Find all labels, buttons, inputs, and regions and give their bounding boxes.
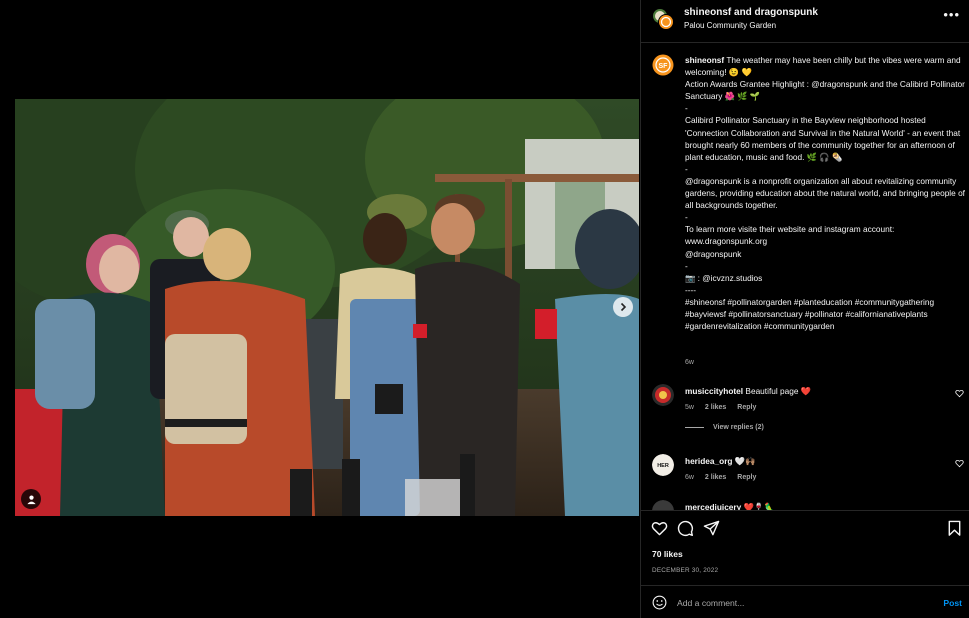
svg-text:HER: HER	[657, 463, 669, 469]
next-photo-button[interactable]	[613, 297, 633, 317]
view-replies-label: View replies (2)	[713, 424, 764, 431]
add-comment-bar: Post	[641, 585, 969, 618]
comment-body: mercedjuicery ❤️🍷🦜	[685, 501, 775, 510]
comment-meta: 6w 2 likes Reply	[685, 474, 765, 481]
header-avatar[interactable]	[652, 8, 674, 30]
comment-meta: 5w 2 likes Reply	[685, 404, 765, 411]
bookmark-icon[interactable]	[946, 520, 963, 537]
media-area	[0, 0, 640, 618]
comment-text: Beautiful page ❤️	[745, 386, 812, 396]
caption-username[interactable]: shineonsf	[685, 55, 724, 65]
caption-line: ----	[685, 284, 697, 295]
photo-illustration	[15, 99, 639, 516]
more-horizontal-icon: •••	[943, 7, 960, 22]
comment-likes[interactable]: 2 likes	[705, 474, 726, 481]
heart-icon[interactable]	[955, 459, 964, 468]
svg-text:SF: SF	[659, 63, 669, 70]
post-header: shineonsf and dragonspunk Palou Communit…	[641, 0, 969, 43]
caption-line: 📷 : @icvznz.studios	[685, 272, 763, 283]
caption-text: shineonsf The weather may have been chil…	[685, 54, 967, 332]
comment-avatar[interactable]	[652, 500, 674, 510]
comment-body: musiccityhotel Beautiful page ❤️	[685, 385, 811, 397]
post-side-panel: shineonsf and dragonspunk Palou Communit…	[640, 0, 969, 618]
post-comment-button[interactable]: Post	[943, 598, 962, 608]
post-date: DECEMBER 30, 2022	[652, 567, 719, 574]
likes-count[interactable]: 70 likes	[652, 549, 683, 559]
comment-username[interactable]: mercedjuicery	[685, 502, 741, 510]
caption-hashtags[interactable]: #shineonsf #pollinatorgarden #planteduca…	[685, 296, 967, 332]
comment-time[interactable]: 6w	[685, 474, 694, 481]
comments-scroll-area[interactable]: SF shineonsf The weather may have been c…	[641, 44, 969, 510]
comment-likes[interactable]: 2 likes	[705, 404, 726, 411]
caption-line: -	[685, 260, 688, 271]
caption-link[interactable]: www.dragonspunk.org	[685, 235, 967, 247]
comment-reply-button[interactable]: Reply	[737, 404, 756, 411]
comment-input[interactable]	[677, 594, 927, 611]
send-icon[interactable]	[703, 520, 720, 537]
tagged-users-button[interactable]	[21, 489, 41, 509]
comment-text: 🤍🙌🏽	[734, 456, 756, 466]
caption-line: The weather may have been chilly but the…	[685, 55, 963, 78]
more-options-button[interactable]: •••	[943, 7, 960, 22]
chevron-right-icon	[620, 302, 627, 312]
user-tag-icon	[26, 495, 36, 504]
caption-line: Calibird Pollinator Sanctuary in the Bay…	[685, 115, 963, 162]
comment-time[interactable]: 5w	[685, 404, 694, 411]
post-author-title[interactable]: shineonsf and dragonspunk	[684, 7, 818, 18]
comment-body: heridea_org 🤍🙌🏽	[685, 455, 755, 467]
comment-reply-button[interactable]: Reply	[737, 474, 756, 481]
comment-avatar[interactable]	[652, 384, 674, 406]
emoji-icon[interactable]	[652, 595, 667, 610]
comment-avatar[interactable]: HER	[652, 454, 674, 476]
view-replies-button[interactable]: View replies (2)	[685, 424, 764, 431]
post-photo[interactable]	[15, 99, 639, 516]
caption-avatar[interactable]: SF	[652, 54, 674, 76]
replies-divider	[685, 426, 704, 428]
caption-line: -	[685, 163, 688, 174]
caption-mention[interactable]: @dragonspunk	[685, 248, 967, 260]
comment-icon[interactable]	[677, 520, 694, 537]
heart-icon[interactable]	[651, 520, 668, 537]
comment-username[interactable]: heridea_org	[685, 456, 733, 466]
caption-line: -	[685, 212, 688, 223]
comment-text: ❤️🍷🦜	[743, 502, 775, 510]
post-location[interactable]: Palou Community Garden	[684, 21, 776, 30]
caption-line: Action Awards Grantee Highlight : @drago…	[685, 79, 968, 102]
heart-icon[interactable]	[955, 389, 964, 398]
caption-line: -	[685, 103, 688, 114]
caption-time[interactable]: 6w	[685, 359, 694, 366]
comment-username[interactable]: musiccityhotel	[685, 386, 743, 396]
post-actions: 70 likes DECEMBER 30, 2022	[641, 510, 969, 585]
caption-line: To learn more visite their website and i…	[685, 224, 895, 235]
caption-line: @dragonspunk is a nonprofit organization…	[685, 175, 968, 211]
